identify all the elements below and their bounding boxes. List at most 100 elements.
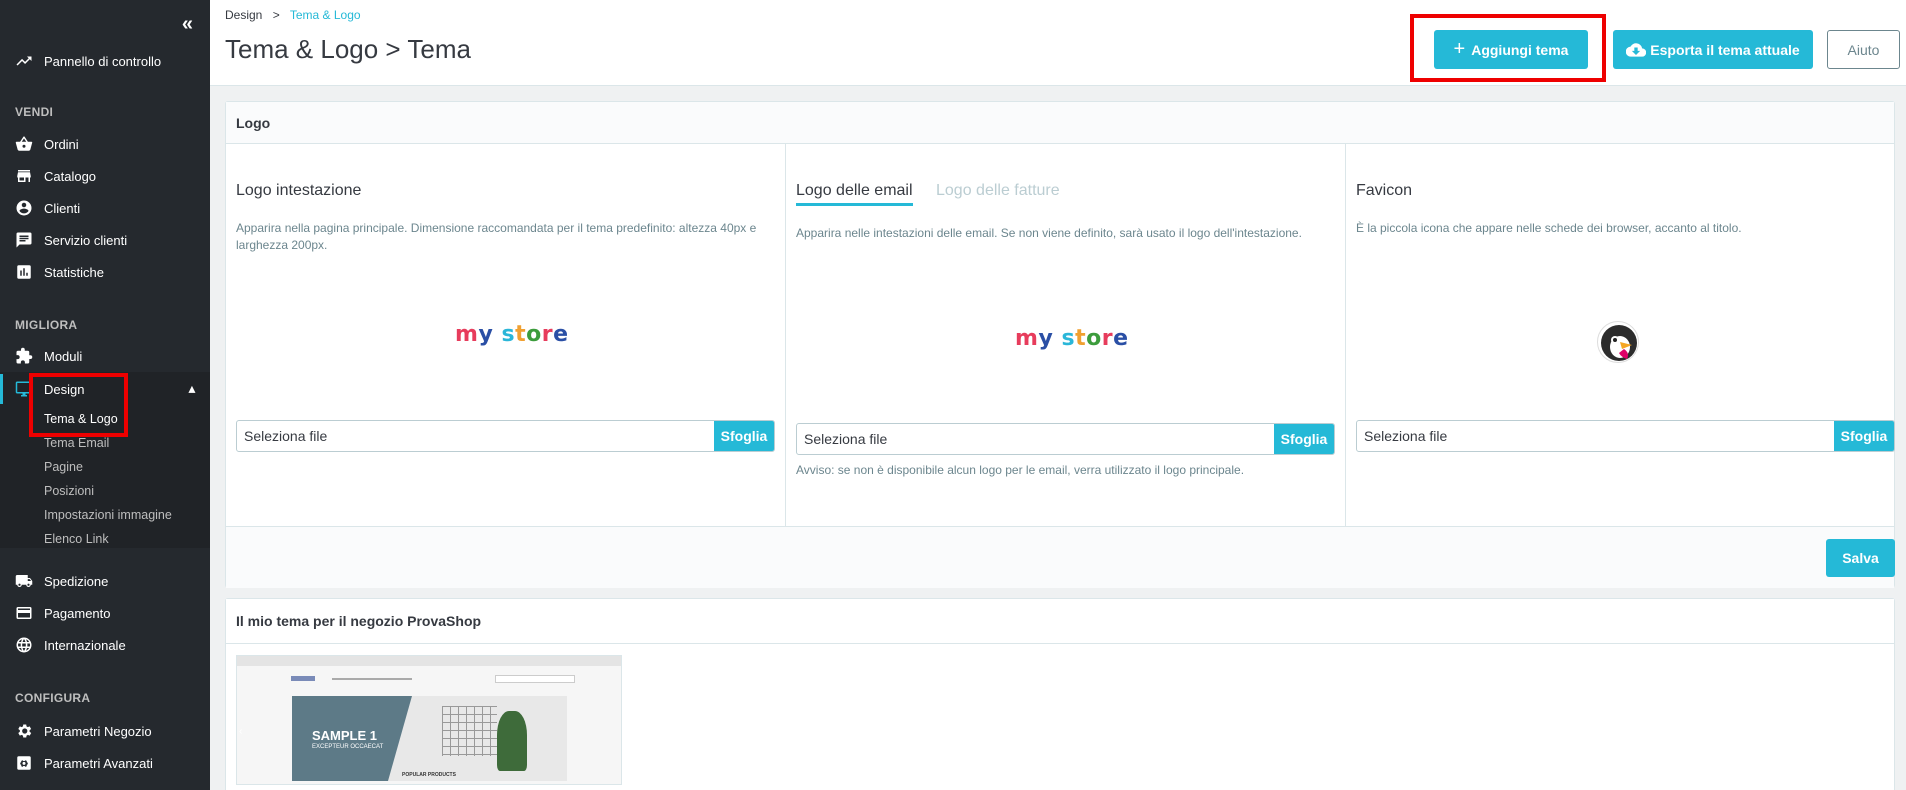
section-configure: CONFIGURA xyxy=(15,691,91,705)
favicon-column: Favicon È la piccola icona che appare ne… xyxy=(1346,144,1895,526)
nav-international-label: Internazionale xyxy=(44,637,126,653)
logo-letter: o xyxy=(526,322,542,347)
logo-letter: r xyxy=(1101,326,1114,351)
preview-slider: SAMPLE 1 EXCEPTEUR OCCAECAT xyxy=(292,696,567,781)
email-logo-browse-button[interactable]: Sfoglia xyxy=(1274,424,1334,454)
favicon-file-input[interactable]: Seleziona file Sfoglia xyxy=(1356,420,1895,452)
email-logo-description: Apparira nelle intestazioni delle email.… xyxy=(796,226,1302,240)
header-logo-column: Logo intestazione Apparira nella pagina … xyxy=(226,144,784,526)
section-improve: MIGLIORA xyxy=(15,318,78,332)
subnav-image-settings[interactable]: Impostazioni immagine xyxy=(44,508,172,522)
subnav-theme-logo[interactable]: Tema & Logo xyxy=(44,412,118,426)
nav-catalog[interactable]: Catalogo xyxy=(0,161,210,191)
tab-email-logo[interactable]: Logo delle email xyxy=(796,182,913,206)
credit-card-icon xyxy=(16,607,32,619)
preview-search xyxy=(495,675,575,683)
section-sell: VENDI xyxy=(15,105,54,119)
truck-icon xyxy=(15,575,33,587)
header-logo-description: Apparira nella pagina principale. Dimens… xyxy=(236,221,757,252)
breadcrumb-separator: > xyxy=(272,8,280,22)
email-logo-note: Avviso: se non è disponibile alcun logo … xyxy=(796,463,1245,477)
chat-icon xyxy=(16,232,32,248)
favicon-browse-button[interactable]: Sfoglia xyxy=(1834,421,1894,451)
subnav-positions[interactable]: Posizioni xyxy=(44,484,94,498)
subnav-link-list[interactable]: Elenco Link xyxy=(44,532,109,546)
nav-design[interactable]: Design xyxy=(0,374,210,404)
nav-advanced-parameters[interactable]: Parametri Avanzati xyxy=(0,748,210,778)
preview-slide-subtitle: EXCEPTEUR OCCAECAT xyxy=(312,744,384,750)
nav-orders-label: Ordini xyxy=(44,136,79,152)
nav-payment-label: Pagamento xyxy=(44,605,111,621)
plus-icon: + xyxy=(1453,38,1466,60)
subnav-email-theme[interactable]: Tema Email xyxy=(44,436,109,450)
nav-payment[interactable]: Pagamento xyxy=(0,598,210,628)
theme-preview-thumbnail[interactable]: SAMPLE 1 EXCEPTEUR OCCAECAT ‹ POPULAR PR… xyxy=(236,655,622,785)
email-logo-file-field[interactable]: Seleziona file xyxy=(797,424,1274,454)
breadcrumb: Design > Tema & Logo xyxy=(225,8,361,22)
header-logo-file-input[interactable]: Seleziona file Sfoglia xyxy=(236,420,775,452)
favicon-file-field[interactable]: Seleziona file xyxy=(1357,421,1834,451)
add-theme-label: Aggiungi tema xyxy=(1471,41,1569,58)
chevron-up-icon[interactable]: ▼ xyxy=(186,383,198,397)
cloud-download-icon xyxy=(1626,42,1647,57)
logo-letter: e xyxy=(1113,326,1129,351)
logo-letter: s xyxy=(1061,326,1076,351)
logo-card-footer: Salva xyxy=(226,526,1895,588)
logo-letter: r xyxy=(541,322,554,347)
desktop-icon xyxy=(15,381,33,397)
theme-card: Il mio tema per il negozio ProvaShop SAM… xyxy=(225,598,1895,790)
logo-letter: e xyxy=(553,322,569,347)
settings-box-icon xyxy=(17,756,31,770)
logo-letter: m xyxy=(455,322,479,347)
help-button[interactable]: Aiuto xyxy=(1827,30,1900,69)
trending-up-icon xyxy=(16,56,32,66)
nav-shipping-label: Spedizione xyxy=(44,573,109,589)
nav-dashboard-label: Pannello di controllo xyxy=(44,53,162,69)
nav-statistics[interactable]: Statistiche xyxy=(0,257,210,287)
collapse-sidebar-icon[interactable]: « xyxy=(182,13,193,36)
nav-customer-service-label: Servizio clienti xyxy=(44,232,128,248)
email-logo-file-input[interactable]: Seleziona file Sfoglia xyxy=(796,423,1335,455)
nav-dashboard[interactable]: Pannello di controllo xyxy=(0,46,210,76)
preview-menu xyxy=(332,678,412,680)
nav-modules[interactable]: Moduli xyxy=(0,341,210,371)
preview-slide-title: SAMPLE 1 xyxy=(312,728,378,743)
export-theme-label: Esporta il tema attuale xyxy=(1650,41,1800,58)
favicon-title: Favicon xyxy=(1356,182,1413,199)
breadcrumb-parent[interactable]: Design xyxy=(225,8,262,22)
nav-modules-label: Moduli xyxy=(44,348,83,364)
favicon-preview-icon xyxy=(1597,321,1639,363)
add-theme-button[interactable]: + Aggiungi tema xyxy=(1434,30,1588,69)
preview-popular-heading: POPULAR PRODUCTS xyxy=(402,772,456,778)
nav-advanced-parameters-label: Parametri Avanzati xyxy=(44,755,153,771)
nav-shop-parameters-label: Parametri Negozio xyxy=(44,723,152,739)
logo-letter: t xyxy=(515,322,527,347)
nav-shop-parameters[interactable]: Parametri Negozio xyxy=(0,716,210,746)
store-icon xyxy=(17,170,31,182)
basket-icon xyxy=(15,136,33,151)
nav-statistics-label: Statistiche xyxy=(44,264,104,280)
tab-invoice-logo[interactable]: Logo delle fatture xyxy=(936,182,1060,200)
account-circle-icon xyxy=(16,200,32,216)
subnav-pages[interactable]: Pagine xyxy=(44,460,83,474)
favicon-description: È la piccola icona che appare nelle sche… xyxy=(1356,221,1742,235)
nav-shipping[interactable]: Spedizione xyxy=(0,566,210,596)
save-button[interactable]: Salva xyxy=(1826,539,1895,577)
nav-customer-service[interactable]: Servizio clienti xyxy=(0,225,210,255)
sidebar: « Pannello di controllo VENDI Ordini Cat… xyxy=(0,0,210,790)
export-theme-button[interactable]: Esporta il tema attuale xyxy=(1613,30,1813,69)
header-logo-file-field[interactable]: Seleziona file xyxy=(237,421,714,451)
header-logo-browse-button[interactable]: Sfoglia xyxy=(714,421,774,451)
gear-icon xyxy=(18,724,32,738)
nav-orders[interactable]: Ordini xyxy=(0,129,210,159)
globe-icon xyxy=(16,637,32,653)
breadcrumb-current[interactable]: Tema & Logo xyxy=(290,8,361,22)
nav-international[interactable]: Internazionale xyxy=(0,630,210,660)
logo-card-header: Logo xyxy=(226,102,1894,144)
nav-customers[interactable]: Clienti xyxy=(0,193,210,223)
logo-letter: y xyxy=(478,322,494,347)
page-header: Design > Tema & Logo Tema & Logo > Tema … xyxy=(210,0,1906,86)
nav-customers-label: Clienti xyxy=(44,200,81,216)
puzzle-icon xyxy=(16,347,33,364)
page-title: Tema & Logo > Tema xyxy=(225,34,471,64)
